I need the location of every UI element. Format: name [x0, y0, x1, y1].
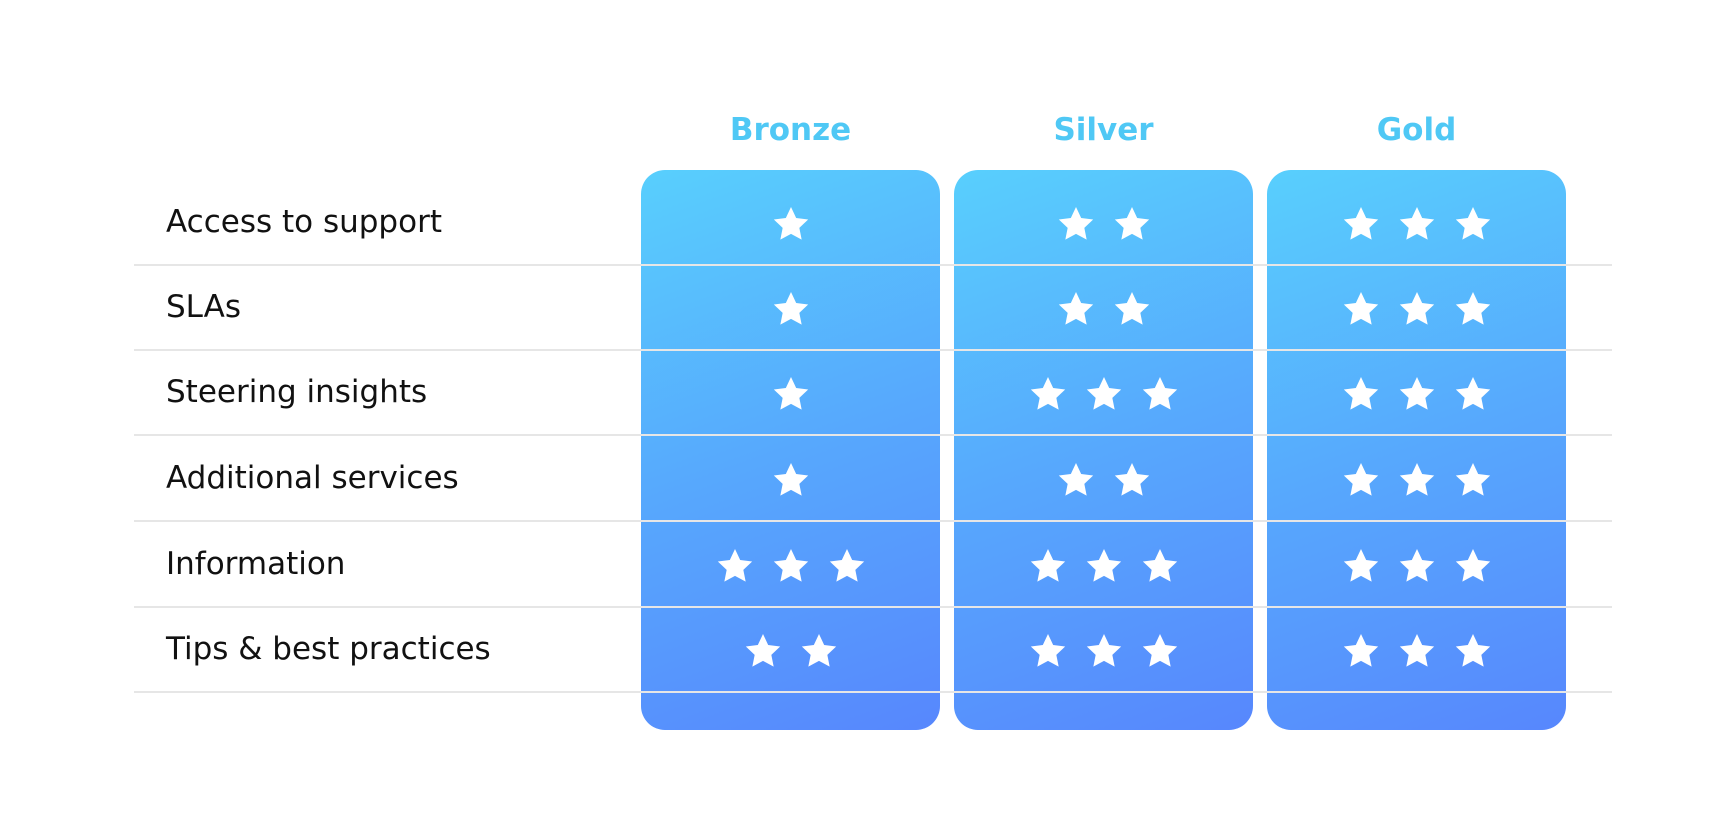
- star-icon: [1139, 631, 1181, 675]
- star-rating: [954, 546, 1253, 590]
- star-icon: [1027, 374, 1069, 418]
- star-icon: [1396, 631, 1438, 675]
- star-rating: [641, 374, 940, 418]
- star-rating: [954, 289, 1253, 333]
- star-rating: [1267, 631, 1566, 675]
- star-icon: [1452, 546, 1494, 590]
- tier-title-bronze: Bronze: [729, 112, 852, 148]
- star-icon: [770, 460, 812, 504]
- star-rating: [1267, 546, 1566, 590]
- star-icon: [1083, 374, 1125, 418]
- star-icon: [1396, 546, 1438, 590]
- star-rating: [641, 460, 940, 504]
- row-divider: [134, 691, 1612, 693]
- star-icon: [1452, 460, 1494, 504]
- star-rating: [1267, 374, 1566, 418]
- row-label: Additional services: [166, 460, 459, 496]
- star-icon: [1111, 460, 1153, 504]
- star-icon: [1027, 631, 1069, 675]
- row-divider: [134, 349, 1612, 351]
- star-icon: [1396, 374, 1438, 418]
- star-icon: [1083, 546, 1125, 590]
- star-rating: [954, 460, 1253, 504]
- star-icon: [770, 204, 812, 248]
- row-label: Access to support: [166, 204, 442, 240]
- star-icon: [742, 631, 784, 675]
- star-icon: [1027, 546, 1069, 590]
- star-icon: [1340, 374, 1382, 418]
- star-icon: [1452, 289, 1494, 333]
- star-icon: [1452, 631, 1494, 675]
- star-rating: [1267, 289, 1566, 333]
- star-icon: [714, 546, 756, 590]
- tier-title-gold: Gold: [1376, 112, 1457, 148]
- star-icon: [1055, 460, 1097, 504]
- star-icon: [770, 374, 812, 418]
- star-icon: [826, 546, 868, 590]
- star-icon: [1111, 204, 1153, 248]
- star-icon: [1055, 289, 1097, 333]
- star-icon: [1396, 460, 1438, 504]
- row-divider: [134, 606, 1612, 608]
- row-divider: [134, 264, 1612, 266]
- star-icon: [1340, 289, 1382, 333]
- star-rating: [954, 631, 1253, 675]
- star-icon: [1452, 204, 1494, 248]
- row-divider: [134, 434, 1612, 436]
- row-label: Tips & best practices: [166, 631, 491, 667]
- star-rating: [641, 204, 940, 248]
- star-icon: [1396, 204, 1438, 248]
- star-icon: [1139, 546, 1181, 590]
- star-icon: [1396, 289, 1438, 333]
- star-icon: [1139, 374, 1181, 418]
- star-icon: [770, 289, 812, 333]
- star-icon: [1452, 374, 1494, 418]
- star-icon: [770, 546, 812, 590]
- star-icon: [1340, 631, 1382, 675]
- row-label: SLAs: [166, 289, 242, 325]
- row-label: Steering insights: [166, 374, 428, 410]
- star-icon: [1340, 460, 1382, 504]
- star-rating: [1267, 204, 1566, 248]
- star-icon: [1055, 204, 1097, 248]
- star-rating: [1267, 460, 1566, 504]
- tier-title-silver: Silver: [1053, 112, 1154, 148]
- star-icon: [1083, 631, 1125, 675]
- star-rating: [954, 204, 1253, 248]
- star-rating: [641, 289, 940, 333]
- star-icon: [1340, 546, 1382, 590]
- star-rating: [641, 546, 940, 590]
- row-divider: [134, 520, 1612, 522]
- star-icon: [1111, 289, 1153, 333]
- star-rating: [641, 631, 940, 675]
- star-rating: [954, 374, 1253, 418]
- star-icon: [1340, 204, 1382, 248]
- star-icon: [798, 631, 840, 675]
- row-label: Information: [166, 546, 346, 582]
